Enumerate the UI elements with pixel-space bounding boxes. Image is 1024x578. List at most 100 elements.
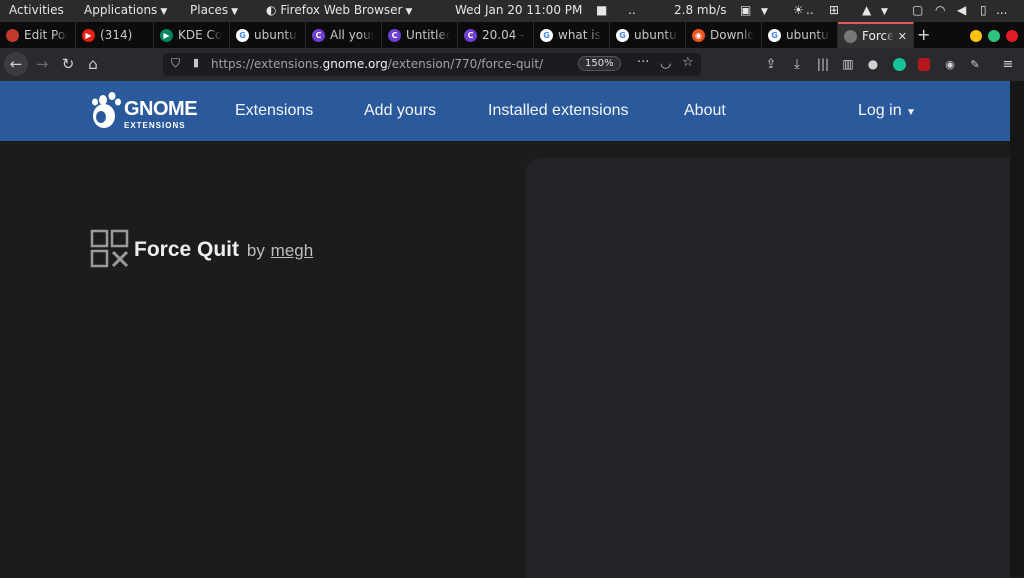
app-menu[interactable]: ◐ Firefox Web Browser ▼ xyxy=(266,3,412,17)
tab-favicon-icon xyxy=(6,28,19,42)
extension-icon[interactable]: ◉ xyxy=(938,52,962,76)
system-menu-more[interactable]: ... xyxy=(996,3,1007,17)
tab-favicon-icon: ▶ xyxy=(82,28,95,42)
tab-favicon-icon: ▶ xyxy=(160,28,173,42)
bookmarks-toolbar-icon[interactable]: ⇪ xyxy=(759,52,783,76)
reload-button[interactable]: ↻ xyxy=(56,52,80,76)
volume-icon[interactable]: ◀ xyxy=(957,3,966,17)
tab-label: ubuntu xyxy=(786,28,829,42)
apps-grid-icon[interactable]: ⊞ xyxy=(829,3,839,17)
lock-icon[interactable]: ▮ xyxy=(193,56,199,69)
extension-2-icon[interactable]: ✎ xyxy=(963,52,987,76)
maximize-button[interactable] xyxy=(988,30,1000,42)
browser-tab[interactable]: C 20.04 - xyxy=(458,22,534,48)
brightness-icon[interactable]: ☀ xyxy=(793,3,804,17)
screen-icon[interactable]: ▢ xyxy=(912,3,923,17)
clock[interactable]: Wed Jan 20 11:00 PM xyxy=(455,3,582,17)
close-tab-icon[interactable]: ✕ xyxy=(898,30,907,43)
tab-favicon-icon: C xyxy=(312,28,325,42)
applications-label: Applications xyxy=(84,3,158,17)
url-path: /extension/770/force-quit/ xyxy=(387,57,544,71)
by-label: by xyxy=(246,241,265,260)
home-button[interactable]: ⌂ xyxy=(81,52,105,76)
browser-tab[interactable]: Force Quit ✕ xyxy=(838,22,914,48)
gnome-foot-icon xyxy=(92,92,121,128)
author-link[interactable]: megh xyxy=(271,241,314,260)
applications-menu[interactable]: Applications ▼ xyxy=(84,3,167,17)
grammarly-icon[interactable] xyxy=(887,52,911,76)
library-icon[interactable]: ||| xyxy=(811,52,835,76)
tab-label: Untitled xyxy=(406,28,450,42)
system-top-panel: Activities Applications ▼ Places ▼ ◐ Firef… xyxy=(0,0,1024,22)
nav-installed-extensions[interactable]: Installed extensions xyxy=(488,102,629,120)
chevron-down-icon[interactable]: ▼ xyxy=(878,3,888,17)
shield-icon[interactable]: ⛉ xyxy=(171,56,180,71)
sidebar-icon[interactable]: ▥ xyxy=(836,52,860,76)
firefox-icon: ◐ xyxy=(266,3,277,17)
forward-button[interactable]: → xyxy=(30,52,54,76)
account-icon[interactable]: ● xyxy=(861,52,885,76)
arrow-right-icon: → xyxy=(35,55,49,73)
browser-toolbar: ← → ↻ ⌂ ⛉ ▮ https://extensions.gnome.org… xyxy=(0,48,1024,81)
nav-extensions[interactable]: Extensions xyxy=(235,102,313,120)
reload-icon: ↻ xyxy=(61,55,75,73)
browser-tab[interactable]: Gubuntu xyxy=(610,22,686,48)
browser-tab[interactable]: ▶ KDE Connect xyxy=(154,22,230,48)
arrow-left-icon: ← xyxy=(9,55,23,73)
indicator-ellipsis[interactable]: .. xyxy=(628,3,636,17)
url-text[interactable]: https://extensions.gnome.org/extension/7… xyxy=(211,57,543,71)
bookmark-star-icon[interactable]: ☆ xyxy=(682,55,694,70)
tab-favicon-icon: C xyxy=(388,28,401,42)
tab-label: Download xyxy=(710,28,754,42)
tab-favicon-icon: C xyxy=(464,28,477,42)
zoom-indicator[interactable]: 150% xyxy=(578,56,621,71)
new-tab-button[interactable]: + xyxy=(917,25,930,44)
bell-icon[interactable]: ▲ xyxy=(862,3,871,17)
browser-tab[interactable]: Gubuntu xyxy=(230,22,306,48)
tab-label: All your xyxy=(330,28,374,42)
tab-label: what is xyxy=(558,28,601,42)
nav-add-yours[interactable]: Add yours xyxy=(364,102,436,120)
tab-label: Edit Post xyxy=(24,28,68,42)
back-button[interactable]: ← xyxy=(4,52,28,76)
browser-tab[interactable]: Edit Post xyxy=(0,22,76,48)
page-actions-icon[interactable]: ··· xyxy=(637,55,649,70)
wifi-icon[interactable]: ◠ xyxy=(935,3,945,17)
url-bar[interactable]: ⛉ ▮ https://extensions.gnome.org/extensi… xyxy=(163,53,701,76)
page-scrollbar[interactable] xyxy=(1010,81,1024,576)
screenshot-panel xyxy=(526,158,1010,578)
tab-favicon-icon xyxy=(844,29,857,43)
minimize-button[interactable] xyxy=(970,30,982,42)
force-quit-extension-icon xyxy=(90,229,129,268)
browser-tab[interactable]: ◉ Download xyxy=(686,22,762,48)
download-icon[interactable]: ⤓ xyxy=(785,52,809,76)
gnome-logo[interactable]: GNOME EXTENSIONS xyxy=(90,90,200,132)
camera-icon[interactable]: ■ xyxy=(596,3,607,17)
places-menu[interactable]: Places ▼ xyxy=(190,3,238,17)
chevron-down-icon[interactable]: ▼ xyxy=(758,3,768,17)
cpu-icon[interactable]: ▣ xyxy=(740,3,751,17)
tab-favicon-icon: G xyxy=(236,28,249,42)
caret-down-icon: ▼ xyxy=(906,107,916,118)
browser-tab[interactable]: C All your xyxy=(306,22,382,48)
net-speed-indicator[interactable]: 2.8 mb/s xyxy=(674,3,727,17)
battery-icon[interactable]: ▯ xyxy=(980,3,987,17)
ublock-icon[interactable] xyxy=(912,52,936,76)
tab-label: KDE Connect xyxy=(178,28,222,42)
browser-tab[interactable]: Gwhat is xyxy=(534,22,610,48)
tab-label: (314) xyxy=(100,28,133,42)
indicator-ellipsis-2[interactable]: .. xyxy=(806,3,814,17)
close-window-button[interactable] xyxy=(1006,30,1018,42)
browser-tab[interactable]: C Untitled xyxy=(382,22,458,48)
hamburger-menu-icon[interactable]: ≡ xyxy=(996,52,1020,76)
browser-tab[interactable]: Gubuntu xyxy=(762,22,838,48)
activities-button[interactable]: Activities xyxy=(9,3,64,17)
nav-about[interactable]: About xyxy=(684,102,726,120)
url-prefix: https://extensions. xyxy=(211,57,323,71)
tab-label: ubuntu xyxy=(634,28,677,42)
extension-name: Force Quit xyxy=(134,238,240,261)
pocket-icon[interactable]: ◡ xyxy=(660,56,671,71)
login-menu[interactable]: Log in ▼ xyxy=(858,102,916,120)
extension-title: Force Quit by megh xyxy=(134,238,313,262)
browser-tab[interactable]: ▶ (314) xyxy=(76,22,154,48)
